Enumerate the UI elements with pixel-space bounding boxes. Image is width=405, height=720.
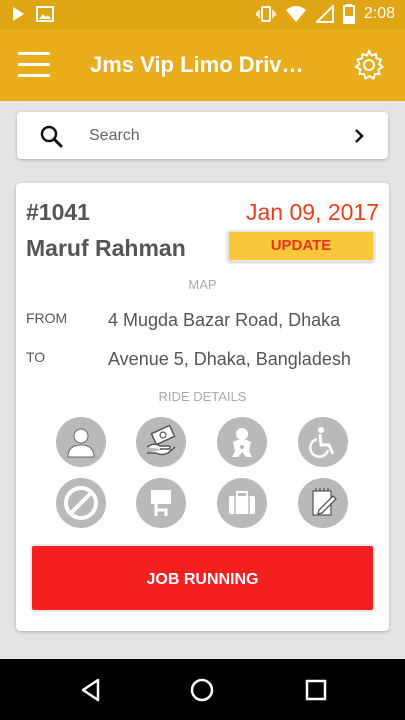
to-address: Avenue 5, Dhaka, Bangladesh: [108, 349, 351, 369]
luggage-icon[interactable]: [217, 478, 267, 528]
passenger-icon[interactable]: [56, 417, 106, 467]
app-title: Jms Vip Limo Driv…: [90, 52, 304, 77]
menu-button[interactable]: [18, 52, 50, 78]
gear-icon: [354, 48, 385, 81]
recent-apps-icon[interactable]: [303, 677, 329, 703]
menu-icon: [18, 52, 50, 77]
map-label[interactable]: MAP: [16, 277, 389, 292]
vibrate-icon: [256, 6, 276, 22]
signal-icon: [315, 5, 334, 23]
job-card: #1041 Jan 09, 2017 Maruf Rahman UPDATE M…: [16, 183, 389, 631]
payment-icon[interactable]: [136, 417, 186, 467]
update-button[interactable]: UPDATE: [227, 230, 375, 262]
search-bar: [17, 112, 388, 159]
notes-icon[interactable]: [298, 478, 348, 528]
job-running-button[interactable]: JOB RUNNING: [30, 544, 375, 612]
no-smoking-icon[interactable]: [56, 478, 106, 528]
settings-button[interactable]: [353, 48, 385, 81]
job-number: #1041: [26, 199, 90, 225]
sign-board-icon[interactable]: [136, 478, 186, 528]
battery-icon: [342, 4, 355, 24]
ride-details-label: RIDE DETAILS: [158, 389, 247, 404]
status-time: 2:08: [363, 5, 395, 22]
app-bar: Jms Vip Limo Driv…: [0, 30, 405, 101]
home-icon[interactable]: [189, 677, 215, 703]
search-icon: [40, 125, 63, 148]
chevron-right-icon[interactable]: [350, 126, 368, 146]
wifi-icon: [285, 6, 306, 22]
child-seat-icon[interactable]: [217, 417, 267, 467]
from-address: 4 Mugda Bazar Road, Dhaka: [108, 310, 341, 330]
customer-name: Maruf Rahman: [26, 235, 186, 261]
from-label: FROM: [26, 310, 68, 326]
search-input[interactable]: [89, 122, 339, 150]
status-bar: 2:08: [0, 0, 405, 30]
play-icon: [13, 7, 24, 21]
wheelchair-icon[interactable]: [298, 417, 348, 467]
to-label: TO: [26, 349, 46, 365]
job-date: Jan 09, 2017: [245, 199, 379, 225]
system-nav-bar: [0, 659, 405, 720]
back-icon[interactable]: [78, 677, 104, 703]
image-icon: [36, 6, 54, 22]
